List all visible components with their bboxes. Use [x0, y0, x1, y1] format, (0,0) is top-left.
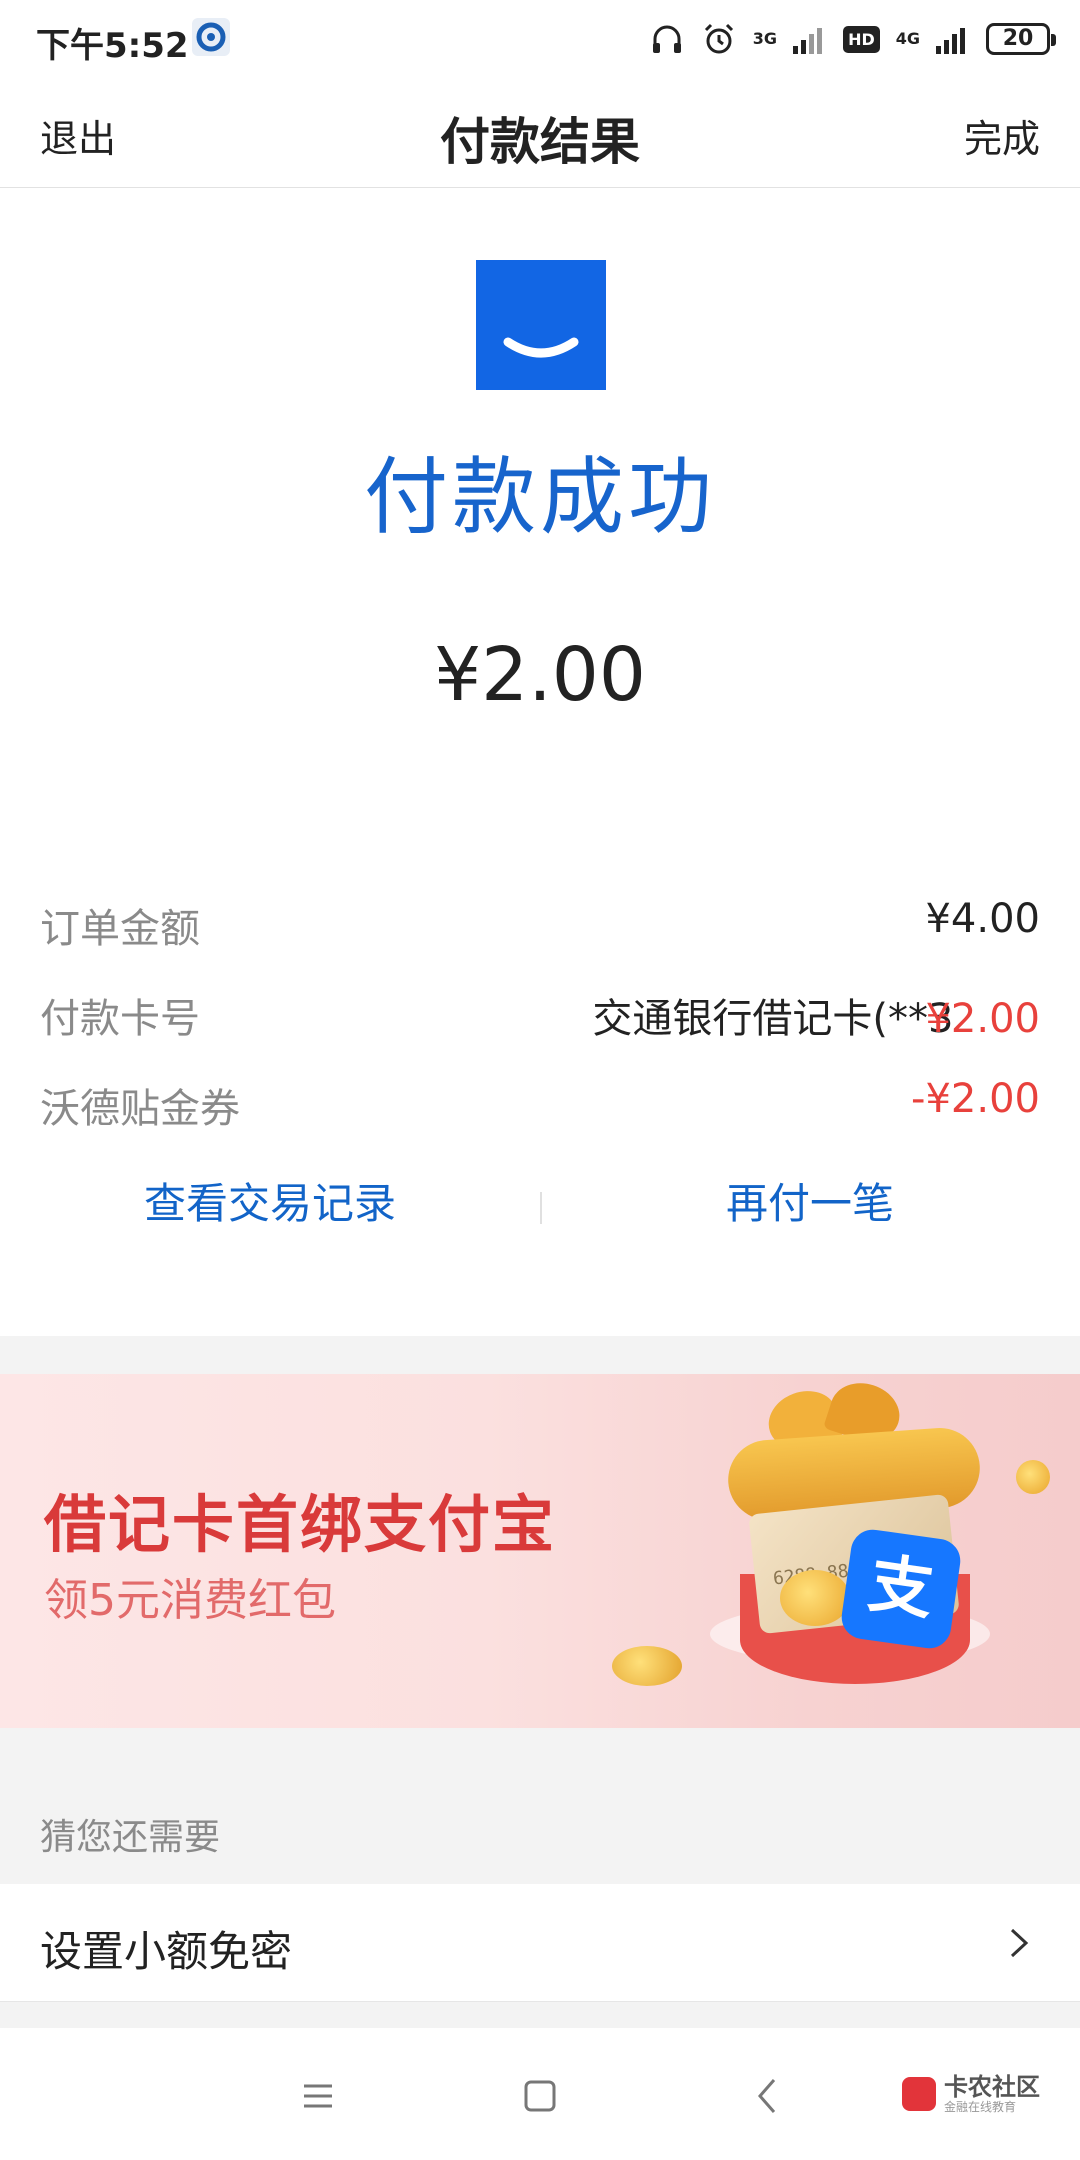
status-icons: 3G HD 4G 20 [649, 16, 1056, 62]
action-links: 查看交易记录 再付一笔 [0, 1170, 1080, 1240]
watermark-name: 卡农社区 [944, 2073, 1040, 2101]
card-number-value: 交通银行借记卡(**3¥2.00 [592, 986, 1040, 1044]
alipay-icon: 支 [838, 1526, 964, 1652]
page-title: 付款结果 [440, 113, 640, 171]
coin-icon [612, 1646, 682, 1686]
suggestions-section: 猜您还需要 [0, 1728, 1080, 1884]
promo-banner[interactable]: 借记卡首绑支付宝 领5元消费红包 6288 8888 支 [0, 1374, 1080, 1728]
detail-row-card-number: 付款卡号 交通银行借记卡(**3¥2.00 [40, 980, 1040, 1042]
list-bottom-gap [0, 2002, 1080, 2028]
paid-amount: ¥2.00 [434, 632, 646, 718]
signal-3g-icon [793, 28, 823, 54]
suggestions-header: 猜您还需要 [40, 1817, 221, 1858]
coin-icon [1016, 1460, 1050, 1494]
detail-value-discount: -¥2.00 [911, 1076, 1040, 1122]
coin-icon [780, 1570, 850, 1626]
watermark-text: 卡农社区 金融在线教育 [944, 2074, 1040, 2114]
detail-row-coupon: 沃德贴金券 -¥2.00 [40, 1070, 1040, 1132]
detail-row-order-amount: 订单金额 ¥4.00 [40, 890, 1040, 952]
suggestion-item-quick-pay[interactable]: 设置小额免密 [0, 1884, 1080, 2002]
hd-badge: HD [843, 25, 880, 53]
detail-label: 订单金额 [40, 906, 200, 952]
bank-app-notification-icon [192, 18, 230, 56]
system-nav-bar: 卡农社区 金融在线教育 [0, 2028, 1080, 2160]
chevron-right-icon [1010, 1928, 1029, 1958]
status-time: 下午5:52 [36, 26, 189, 66]
view-transaction-records-link[interactable]: 查看交易记录 [0, 1170, 540, 1231]
watermark: 卡农社区 金融在线教育 [902, 2074, 1040, 2114]
back-icon[interactable] [744, 2072, 792, 2120]
detail-value: ¥4.00 [925, 896, 1040, 942]
card-overlap-amount: ¥2.00 [925, 996, 1040, 1042]
banner-subtitle: 领5元消费红包 [44, 1575, 336, 1626]
headphones-icon [652, 25, 681, 53]
payment-status-title: 付款成功 [363, 448, 716, 546]
banner-title: 借记卡首绑支付宝 [44, 1488, 557, 1561]
home-icon[interactable] [516, 2072, 564, 2120]
success-smile-icon [476, 260, 606, 390]
pay-again-link[interactable]: 再付一笔 [540, 1170, 1080, 1231]
watermark-logo-icon [902, 2077, 936, 2111]
watermark-tagline: 金融在线教育 [944, 2100, 1017, 2114]
alarm-icon [704, 23, 733, 54]
detail-label: 沃德贴金券 [40, 1086, 240, 1132]
detail-label: 付款卡号 [40, 996, 200, 1042]
top-nav-bar: 退出 付款结果 完成 [0, 78, 1080, 188]
signal-4g-icon [936, 28, 965, 54]
battery-indicator: 20 [986, 23, 1056, 55]
network-3g-label: 3G [752, 29, 778, 48]
done-button[interactable]: 完成 [964, 108, 1040, 163]
network-4g-label: 4G [895, 29, 920, 48]
card-name-text: 交通银行借记卡(**3 [592, 996, 954, 1042]
section-divider [0, 1336, 1080, 1374]
menu-icon[interactable] [294, 2072, 342, 2120]
status-bar: 下午5:52 3G HD 4G 20 [0, 0, 1080, 78]
suggestion-label: 设置小额免密 [40, 1927, 293, 1976]
